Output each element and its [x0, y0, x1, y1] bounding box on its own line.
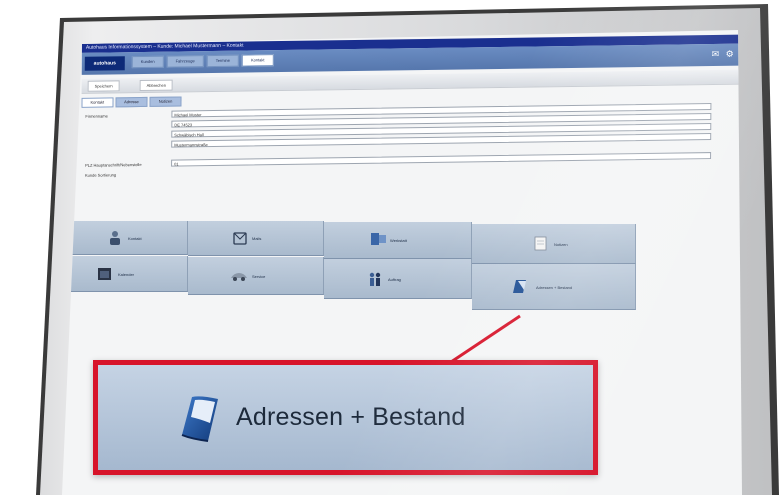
zoom-callout: Adressen + Bestand	[93, 360, 598, 475]
callout-label: Adressen + Bestand	[236, 403, 466, 431]
address-book-icon	[181, 396, 218, 442]
